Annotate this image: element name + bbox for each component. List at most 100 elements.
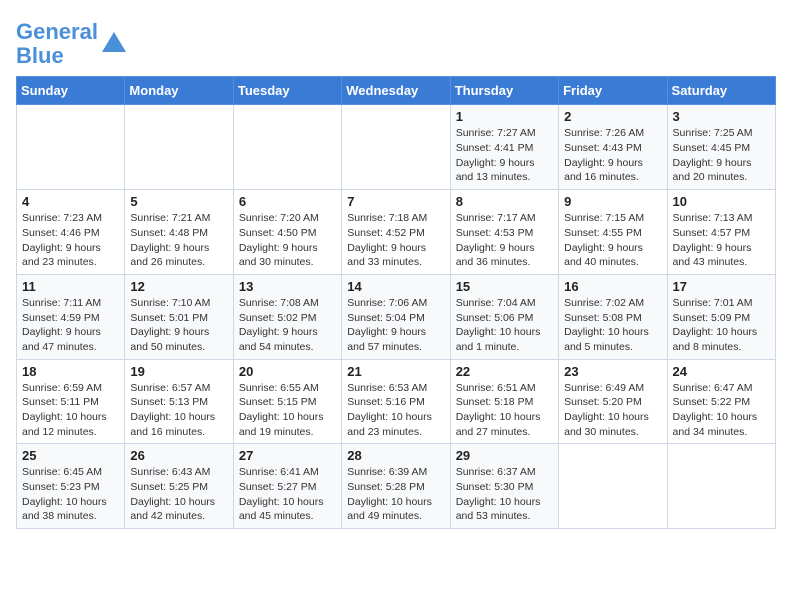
calendar-cell: 13 Sunrise: 7:08 AM Sunset: 5:02 PM Dayli… [233,274,341,359]
day-info: Sunrise: 7:08 AM Sunset: 5:02 PM Dayligh… [239,296,336,355]
day-info: Sunrise: 7:27 AM Sunset: 4:41 PM Dayligh… [456,126,553,185]
logo-text: General Blue [16,20,98,68]
calendar-cell [342,105,450,190]
weekday-header-sunday: Sunday [17,77,125,105]
day-info: Sunrise: 7:17 AM Sunset: 4:53 PM Dayligh… [456,211,553,270]
day-number: 21 [347,364,444,379]
calendar-cell: 24 Sunrise: 6:47 AM Sunset: 5:22 PM Dayli… [667,359,775,444]
header: General Blue [16,16,776,68]
calendar-cell [667,444,775,529]
logo-blue: Blue [16,43,64,68]
day-info: Sunrise: 6:49 AM Sunset: 5:20 PM Dayligh… [564,381,661,440]
calendar-cell: 21 Sunrise: 6:53 AM Sunset: 5:16 PM Dayli… [342,359,450,444]
calendar-cell: 23 Sunrise: 6:49 AM Sunset: 5:20 PM Dayli… [559,359,667,444]
calendar-cell: 11Sunrise: 7:11 AM Sunset: 4:59 PM Dayli… [17,274,125,359]
day-info: Sunrise: 7:26 AM Sunset: 4:43 PM Dayligh… [564,126,661,185]
day-number: 9 [564,194,661,209]
calendar-cell: 8 Sunrise: 7:17 AM Sunset: 4:53 PM Daylig… [450,190,558,275]
day-info: Sunrise: 6:39 AM Sunset: 5:28 PM Dayligh… [347,465,444,524]
calendar-cell [233,105,341,190]
day-info: Sunrise: 7:23 AM Sunset: 4:46 PM Dayligh… [22,211,119,270]
day-number: 19 [130,364,227,379]
day-number: 29 [456,448,553,463]
day-info: Sunrise: 6:43 AM Sunset: 5:25 PM Dayligh… [130,465,227,524]
day-number: 15 [456,279,553,294]
day-number: 22 [456,364,553,379]
day-number: 28 [347,448,444,463]
calendar-cell [559,444,667,529]
day-number: 8 [456,194,553,209]
calendar-cell: 15 Sunrise: 7:04 AM Sunset: 5:06 PM Dayli… [450,274,558,359]
day-number: 26 [130,448,227,463]
day-info: Sunrise: 7:13 AM Sunset: 4:57 PM Dayligh… [673,211,770,270]
week-row-2: 4 Sunrise: 7:23 AM Sunset: 4:46 PM Daylig… [17,190,776,275]
calendar-cell [17,105,125,190]
day-info: Sunrise: 7:04 AM Sunset: 5:06 PM Dayligh… [456,296,553,355]
day-info: Sunrise: 7:25 AM Sunset: 4:45 PM Dayligh… [673,126,770,185]
calendar-cell: 29 Sunrise: 6:37 AM Sunset: 5:30 PM Dayli… [450,444,558,529]
weekday-header-monday: Monday [125,77,233,105]
day-number: 25 [22,448,119,463]
day-number: 11 [22,279,119,294]
day-number: 17 [673,279,770,294]
day-number: 20 [239,364,336,379]
calendar-cell: 10 Sunrise: 7:13 AM Sunset: 4:57 PM Dayli… [667,190,775,275]
day-info: Sunrise: 7:21 AM Sunset: 4:48 PM Dayligh… [130,211,227,270]
day-info: Sunrise: 6:37 AM Sunset: 5:30 PM Dayligh… [456,465,553,524]
weekday-header-thursday: Thursday [450,77,558,105]
calendar-cell: 26 Sunrise: 6:43 AM Sunset: 5:25 PM Dayli… [125,444,233,529]
day-info: Sunrise: 7:18 AM Sunset: 4:52 PM Dayligh… [347,211,444,270]
day-number: 3 [673,109,770,124]
calendar-cell: 5 Sunrise: 7:21 AM Sunset: 4:48 PM Daylig… [125,190,233,275]
day-number: 24 [673,364,770,379]
day-number: 2 [564,109,661,124]
weekday-header-wednesday: Wednesday [342,77,450,105]
day-info: Sunrise: 6:57 AM Sunset: 5:13 PM Dayligh… [130,381,227,440]
day-number: 4 [22,194,119,209]
logo-icon [100,30,128,58]
calendar-cell: 27 Sunrise: 6:41 AM Sunset: 5:27 PM Dayli… [233,444,341,529]
day-info: Sunrise: 7:06 AM Sunset: 5:04 PM Dayligh… [347,296,444,355]
calendar-cell: 4 Sunrise: 7:23 AM Sunset: 4:46 PM Daylig… [17,190,125,275]
calendar-cell: 16 Sunrise: 7:02 AM Sunset: 5:08 PM Dayli… [559,274,667,359]
day-info: Sunrise: 7:02 AM Sunset: 5:08 PM Dayligh… [564,296,661,355]
day-number: 27 [239,448,336,463]
calendar-cell: 14Sunrise: 7:06 AM Sunset: 5:04 PM Dayli… [342,274,450,359]
day-info: Sunrise: 7:01 AM Sunset: 5:09 PM Dayligh… [673,296,770,355]
week-row-4: 18Sunrise: 6:59 AM Sunset: 5:11 PM Dayli… [17,359,776,444]
day-number: 13 [239,279,336,294]
calendar-cell: 20Sunrise: 6:55 AM Sunset: 5:15 PM Dayli… [233,359,341,444]
day-number: 5 [130,194,227,209]
calendar-cell: 28 Sunrise: 6:39 AM Sunset: 5:28 PM Dayli… [342,444,450,529]
day-number: 12 [130,279,227,294]
calendar-cell: 25 Sunrise: 6:45 AM Sunset: 5:23 PM Dayli… [17,444,125,529]
day-info: Sunrise: 7:15 AM Sunset: 4:55 PM Dayligh… [564,211,661,270]
day-number: 7 [347,194,444,209]
calendar-table: SundayMondayTuesdayWednesdayThursdayFrid… [16,76,776,529]
calendar-cell [125,105,233,190]
calendar-cell: 2 Sunrise: 7:26 AM Sunset: 4:43 PM Daylig… [559,105,667,190]
day-number: 23 [564,364,661,379]
calendar-cell: 7 Sunrise: 7:18 AM Sunset: 4:52 PM Daylig… [342,190,450,275]
day-info: Sunrise: 6:41 AM Sunset: 5:27 PM Dayligh… [239,465,336,524]
day-info: Sunrise: 6:51 AM Sunset: 5:18 PM Dayligh… [456,381,553,440]
day-info: Sunrise: 7:20 AM Sunset: 4:50 PM Dayligh… [239,211,336,270]
week-row-5: 25 Sunrise: 6:45 AM Sunset: 5:23 PM Dayli… [17,444,776,529]
weekday-header-tuesday: Tuesday [233,77,341,105]
day-info: Sunrise: 7:10 AM Sunset: 5:01 PM Dayligh… [130,296,227,355]
week-row-1: 1Sunrise: 7:27 AM Sunset: 4:41 PM Daylig… [17,105,776,190]
day-number: 16 [564,279,661,294]
day-info: Sunrise: 6:45 AM Sunset: 5:23 PM Dayligh… [22,465,119,524]
calendar-cell: 22 Sunrise: 6:51 AM Sunset: 5:18 PM Dayli… [450,359,558,444]
day-info: Sunrise: 6:53 AM Sunset: 5:16 PM Dayligh… [347,381,444,440]
week-row-3: 11Sunrise: 7:11 AM Sunset: 4:59 PM Dayli… [17,274,776,359]
weekday-header-row: SundayMondayTuesdayWednesdayThursdayFrid… [17,77,776,105]
calendar-cell: 17 Sunrise: 7:01 AM Sunset: 5:09 PM Dayli… [667,274,775,359]
logo: General Blue [16,20,128,68]
day-info: Sunrise: 6:47 AM Sunset: 5:22 PM Dayligh… [673,381,770,440]
calendar-cell: 1Sunrise: 7:27 AM Sunset: 4:41 PM Daylig… [450,105,558,190]
weekday-header-friday: Friday [559,77,667,105]
calendar-cell: 6Sunrise: 7:20 AM Sunset: 4:50 PM Daylig… [233,190,341,275]
calendar-cell: 18Sunrise: 6:59 AM Sunset: 5:11 PM Dayli… [17,359,125,444]
day-number: 10 [673,194,770,209]
